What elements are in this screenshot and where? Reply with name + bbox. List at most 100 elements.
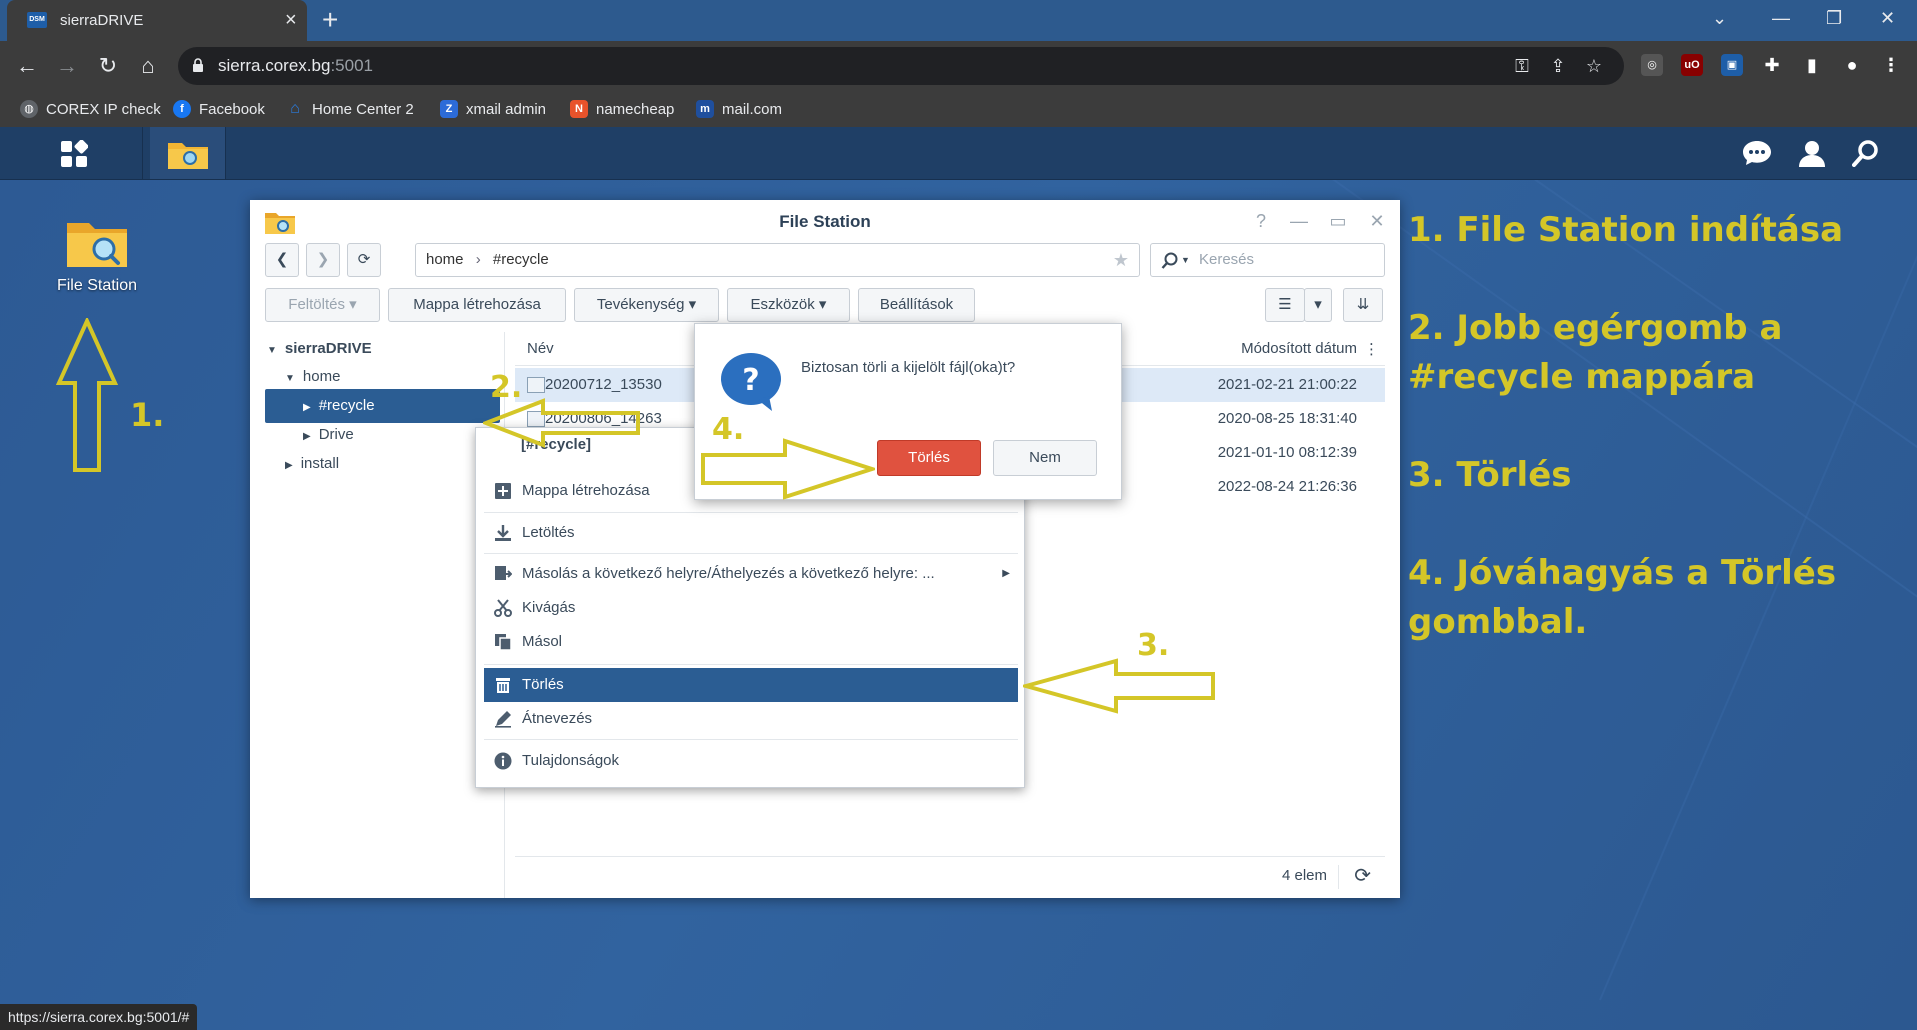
cancel-button[interactable]: Nem [993, 440, 1097, 476]
browser-toolbar: ← → ↻ ⌂ sierra.corex.bg:5001 ⚿ ⇪ ☆ ◎ uO … [0, 41, 1917, 91]
address-bar[interactable]: sierra.corex.bg:5001 ⚿ ⇪ ☆ [178, 47, 1624, 85]
settings-button[interactable]: Beállítások [858, 288, 975, 322]
item-count: 4 elem [1281, 867, 1327, 884]
menu-divider [484, 553, 1018, 554]
breadcrumb-home[interactable]: home [426, 251, 464, 268]
caret-down-icon[interactable]: ▼ [267, 334, 277, 368]
help-icon[interactable]: ? [1250, 210, 1272, 232]
refresh-button[interactable]: ⟳ [347, 243, 381, 277]
menu-item-label: Kivágás [522, 599, 576, 616]
tree-item-recycle[interactable]: ▶ #recycle [265, 389, 500, 423]
back-button[interactable]: ❮ [265, 243, 299, 277]
tree-install-label: install [300, 455, 340, 472]
menu-kebab-icon[interactable]: ⋮ [1880, 54, 1902, 76]
menu-item-cut[interactable]: Kivágás [484, 591, 1018, 625]
menu-item-delete[interactable]: Törlés [484, 668, 1018, 702]
new-tab-button[interactable]: + [322, 6, 338, 34]
bookmark-mailcom[interactable]: m mail.com [696, 98, 782, 120]
download-icon [495, 525, 511, 541]
reload-icon[interactable]: ↻ [95, 53, 121, 79]
sort-button[interactable]: ⇊ [1343, 288, 1383, 322]
main-menu-grid-icon [61, 140, 88, 167]
home-icon[interactable]: ⌂ [135, 53, 161, 79]
annotation-label-4: 4. [712, 412, 745, 447]
tree-home-label: home [302, 368, 341, 385]
svg-text:?: ? [742, 363, 759, 398]
confirm-delete-button[interactable]: Törlés [877, 440, 981, 476]
tree-drive-label: Drive [318, 426, 354, 443]
close-window-icon[interactable]: ✕ [1880, 8, 1895, 29]
annotation-label-1: 1. [130, 396, 165, 434]
forward-icon[interactable]: → [54, 53, 80, 79]
create-folder-button[interactable]: Mappa létrehozása [388, 288, 566, 322]
tab-title: sierraDRIVE [60, 12, 144, 29]
notifications-chat-icon[interactable] [1742, 139, 1772, 167]
lock-icon [193, 58, 203, 72]
maximize-icon[interactable]: ▭ [1327, 210, 1349, 232]
bookmark-home-center[interactable]: ⌂ Home Center 2 [286, 98, 414, 120]
search-input[interactable]: ▼ Keresés [1150, 243, 1385, 277]
desktop-file-station[interactable]: File Station [50, 215, 144, 295]
main-menu-button[interactable] [0, 127, 143, 179]
path-breadcrumb[interactable]: home › #recycle ★ [415, 243, 1140, 277]
profile-icon[interactable]: ● [1841, 54, 1863, 76]
window-titlebar[interactable]: File Station ? — ▭ ✕ [250, 200, 1400, 244]
instruction-steps: 1. File Station indítása 2. Jobb egérgom… [1408, 206, 1908, 696]
favorite-star-icon[interactable]: ★ [1113, 244, 1129, 276]
question-bubble-icon: ? [721, 353, 781, 411]
bookmark-xmail[interactable]: Z xmail admin [440, 98, 546, 120]
tab-close-icon[interactable]: × [285, 10, 297, 30]
share-icon[interactable]: ⇪ [1548, 56, 1568, 76]
side-panel-icon[interactable]: ▮ [1801, 54, 1823, 76]
back-icon[interactable]: ← [14, 53, 40, 79]
forward-button[interactable]: ❯ [306, 243, 340, 277]
browser-tab[interactable]: DSM sierraDRIVE × [7, 0, 307, 41]
caret-right-icon[interactable]: ▶ [285, 449, 293, 483]
minimize-icon[interactable]: — [1288, 210, 1310, 232]
shield-extension-icon[interactable]: ▣ [1721, 54, 1743, 76]
key-icon[interactable]: ⚿ [1512, 56, 1532, 76]
trash-icon [496, 678, 510, 693]
view-list-button[interactable]: ☰ [1265, 288, 1305, 322]
extension-incognito-icon[interactable]: ◎ [1641, 54, 1663, 76]
row-date: 2021-02-21 21:00:22 [1217, 376, 1357, 393]
menu-divider [484, 512, 1018, 513]
column-options-icon[interactable]: ⋮ [1364, 340, 1379, 358]
column-name[interactable]: Név [527, 340, 554, 357]
create-folder-label: Mappa létrehozása [413, 296, 541, 313]
view-dropdown-button[interactable]: ▾ [1304, 288, 1332, 322]
minimize-icon[interactable]: — [1772, 8, 1790, 29]
ublock-icon[interactable]: uO [1681, 54, 1703, 76]
extensions-puzzle-icon[interactable]: ✚ [1761, 54, 1783, 76]
tools-button[interactable]: Eszközök ▾ [727, 288, 850, 322]
refresh-icon[interactable]: ⟳ [1354, 863, 1371, 888]
bookmark-corex[interactable]: ◍ COREX IP check [20, 98, 161, 120]
menu-item-copy[interactable]: Másol [484, 625, 1018, 659]
menu-item-properties[interactable]: Tulajdonságok [484, 744, 1018, 778]
zimbra-icon: Z [440, 100, 458, 118]
action-button[interactable]: Tevékenység ▾ [574, 288, 719, 322]
upload-button[interactable]: Feltöltés ▾ [265, 288, 380, 322]
column-modified[interactable]: Módosított dátum [1241, 340, 1357, 357]
url-port: :5001 [330, 56, 373, 75]
restore-icon[interactable]: ❐ [1826, 8, 1842, 29]
annotation-arrow-left-3 [1023, 658, 1215, 714]
bookmark-star-icon[interactable]: ☆ [1584, 56, 1604, 76]
menu-item-copy-move[interactable]: Másolás a következő helyre/Áthelyezés a … [484, 557, 1018, 591]
menu-item-download[interactable]: Letöltés [484, 516, 1018, 550]
bookmark-facebook[interactable]: f Facebook [173, 98, 265, 120]
bookmark-namecheap[interactable]: N namecheap [570, 98, 674, 120]
menu-item-rename[interactable]: Átnevezés [484, 702, 1018, 736]
search-dropdown-icon[interactable]: ▼ [1181, 244, 1190, 276]
upload-label: Feltöltés [288, 296, 345, 313]
close-icon[interactable]: ✕ [1366, 210, 1388, 232]
search-icon[interactable] [1852, 139, 1880, 167]
tree-item-install[interactable]: ▶ install [285, 447, 339, 481]
breadcrumb-recycle[interactable]: #recycle [493, 251, 549, 268]
facebook-icon: f [173, 100, 191, 118]
instruction-step: 3. Törlés [1408, 455, 1572, 495]
taskbar-file-station[interactable] [150, 127, 226, 179]
row-date: 2020-08-25 18:31:40 [1217, 410, 1357, 427]
tab-search-chevron-icon[interactable]: ⌄ [1712, 8, 1727, 29]
user-icon[interactable] [1798, 139, 1826, 167]
